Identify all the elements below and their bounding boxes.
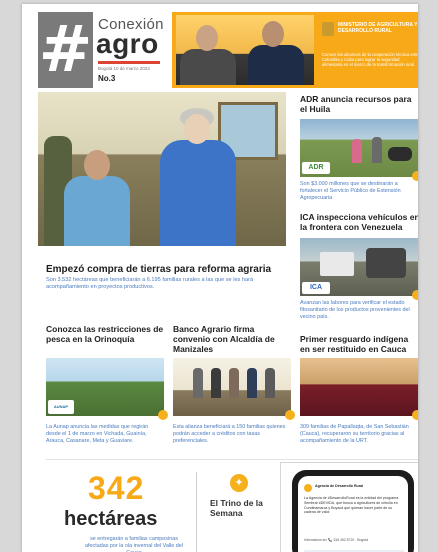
story-summary-pesca: La Aunap anuncia las medidas que regirán…	[46, 424, 149, 444]
adr-logo: ADR	[302, 162, 330, 174]
person-figure	[180, 49, 236, 85]
story-title-cauca[interactable]: Primer resguardo indígena en ser restitu…	[300, 334, 418, 354]
cattle-figure	[388, 147, 412, 161]
person-head	[196, 25, 218, 51]
newsletter-header: # Conexión agro Bogotá 10 de marzo 2023 …	[38, 12, 418, 88]
ministry-description[interactable]: Conoce los alcances de la cooperación té…	[322, 52, 418, 67]
aunap-logo: AUNAP	[48, 400, 74, 414]
person-figure	[352, 139, 362, 163]
hash-logo-icon: #	[38, 12, 93, 88]
stat-summary: se entregarán a familias campesinas afec…	[85, 536, 183, 552]
woman-head	[184, 114, 210, 144]
tweet-text: La Agencia de #DesarrolloRural es la ent…	[304, 496, 399, 515]
trino-title[interactable]: El Trino de la Semana	[210, 498, 290, 518]
story-title-ica[interactable]: ICA inspecciona vehículos en la frontera…	[300, 212, 418, 232]
ministry-shield-icon	[322, 22, 334, 36]
header-photo[interactable]	[176, 15, 314, 85]
vehicle-shape	[320, 252, 354, 276]
person-figure	[265, 368, 275, 398]
person-figure	[193, 368, 203, 398]
truck-shape	[366, 248, 406, 278]
section-divider	[46, 459, 418, 460]
stat-label: hectáreas	[64, 508, 158, 530]
ministry-name: MINISTERIO DE AGRICULTURA Y DESARROLLO R…	[338, 22, 418, 34]
woman-figure	[160, 140, 236, 246]
story-photo-banco[interactable]	[173, 358, 295, 420]
vertical-divider	[196, 472, 197, 552]
story-title-pesca[interactable]: Conozca las restricciones de pesca en la…	[46, 324, 166, 344]
issue-number: No.3	[98, 74, 116, 83]
brand-underline	[98, 61, 160, 64]
person-figure	[248, 45, 304, 85]
stat-number: 342	[88, 470, 145, 506]
tweet-footer: Información en: 📞 316 452 8720 · Bogotá	[304, 538, 368, 542]
person-figure	[229, 368, 239, 398]
story-title-adr[interactable]: ADR anuncia recursos para el Huila	[300, 94, 418, 114]
main-story-photo[interactable]	[38, 92, 286, 246]
story-summary-adr: Son $3.000 millones que se destinarán a …	[300, 181, 401, 201]
corner-tab-icon	[412, 171, 418, 181]
story-summary-cauca: 309 familias de Papallaqta, de San Sebas…	[300, 424, 409, 444]
person-figure	[247, 368, 257, 398]
corner-tab-icon	[158, 410, 168, 420]
person-head	[262, 21, 284, 47]
man-figure	[64, 176, 130, 246]
twitter-bird-icon: ✦	[230, 474, 248, 492]
tweet-account: Agencia de Desarrollo Rural	[315, 484, 364, 488]
ica-logo: ICA	[302, 282, 330, 294]
tweet-avatar	[304, 484, 312, 492]
story-title-banco[interactable]: Banco Agrario firma convenio con Alcaldí…	[173, 324, 293, 354]
story-summary-banco: Esta alianza beneficiará a 150 familias …	[173, 424, 286, 444]
man-head	[84, 150, 110, 180]
story-photo-cauca[interactable]	[300, 358, 418, 420]
corner-tab-icon	[412, 290, 418, 300]
person-figure	[211, 368, 221, 398]
main-story-summary: Son 3.532 hectáreas que beneficiarán a 6…	[46, 277, 254, 290]
corner-tab-icon	[412, 410, 418, 420]
newsletter-page: # Conexión agro Bogotá 10 de marzo 2023 …	[22, 4, 418, 552]
brand-main-text: agro	[96, 28, 159, 59]
issue-date: Bogotá 10 de marzo 2023	[98, 66, 150, 71]
corner-tab-icon	[285, 410, 295, 420]
person-figure	[372, 137, 382, 163]
main-story-title[interactable]: Empezó compra de tierras para reforma ag…	[46, 264, 286, 275]
story-summary-ica: Avanzan las labores para verificar el es…	[300, 300, 410, 320]
